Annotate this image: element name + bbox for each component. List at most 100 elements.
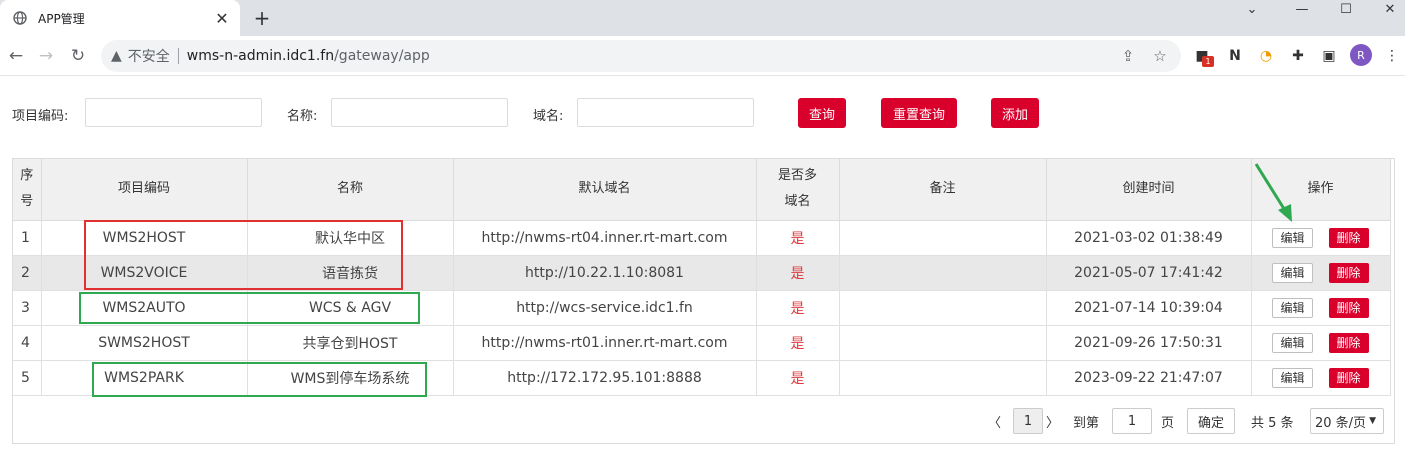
cell-remark (839, 325, 1047, 361)
annotation-green-arrow-icon (1254, 163, 1292, 222)
confirm-button[interactable]: 确定 (1187, 408, 1235, 434)
browser-tab[interactable]: APP管理 ✕ (0, 0, 240, 36)
header-index: 序号 (13, 159, 42, 221)
avatar[interactable]: R (1350, 44, 1372, 66)
delete-button[interactable]: 删除 (1328, 367, 1369, 388)
app-table-container: 序号 项目编码 名称 默认域名 是否多 域名 备注 创建时间 操作 1 WMS2H… (12, 158, 1395, 444)
table-row[interactable]: 3 WMS2AUTO WCS & AGV http://wcs-service.… (13, 290, 1391, 326)
maximize-icon[interactable]: ☐ (1326, 0, 1366, 18)
cell-domain: http://nwms-rt01.inner.rt-mart.com (453, 325, 757, 361)
cell-code: WMS2HOST (41, 220, 248, 256)
reload-icon[interactable]: ↻ (68, 46, 88, 66)
search-form: 项目编码: 名称: 域名: 查询 重置查询 添加 (0, 92, 1405, 132)
puzzle-icon[interactable]: ✚ (1289, 47, 1307, 65)
cell-name: WMS到停车场系统 (247, 360, 454, 396)
url-path: /gateway/app (334, 48, 430, 64)
cell-index: 3 (13, 290, 42, 326)
edit-button[interactable]: 编辑 (1272, 227, 1313, 248)
tab-close-icon[interactable]: ✕ (212, 8, 232, 28)
cell-created: 2021-07-14 10:39:04 (1046, 290, 1252, 326)
cell-remark (839, 360, 1047, 396)
app-table: 序号 项目编码 名称 默认域名 是否多 域名 备注 创建时间 操作 1 WMS2H… (13, 159, 1391, 396)
prev-page-icon[interactable]: 〈 (988, 408, 1001, 434)
side-panel-icon[interactable]: ▣ (1320, 47, 1338, 65)
cell-index: 1 (13, 220, 42, 256)
forward-icon[interactable]: → (36, 46, 56, 66)
new-tab-icon[interactable]: + (250, 6, 274, 30)
url-host: wms-n-admin.idc1.fn (186, 48, 335, 64)
browser-toolbar: ← → ↻ ▲ 不安全 wms-n-admin.idc1.fn/gateway/… (0, 36, 1405, 76)
cell-index: 2 (13, 255, 42, 291)
header-index-line1: 序 (20, 168, 34, 184)
table-row[interactable]: 5 WMS2PARK WMS到停车场系统 http://172.172.95.1… (13, 360, 1391, 396)
cell-code: WMS2PARK (41, 360, 248, 396)
table-row[interactable]: 1 WMS2HOST 默认华中区 http://nwms-rt04.inner.… (13, 220, 1391, 256)
edit-button[interactable]: 编辑 (1272, 332, 1313, 353)
page-size-select[interactable]: 20 条/页 ▼ (1310, 408, 1384, 434)
warning-icon[interactable]: ▲ (111, 48, 122, 64)
share-icon[interactable]: ⇪ (1119, 47, 1137, 65)
table-header-row: 序号 项目编码 名称 默认域名 是否多 域名 备注 创建时间 操作 (13, 159, 1391, 221)
cell-name: 语音拣货 (247, 255, 454, 291)
cell-remark (839, 290, 1047, 326)
delete-button[interactable]: 删除 (1328, 262, 1369, 283)
cell-code: SWMS2HOST (41, 325, 248, 361)
header-multi-line2: 域名 (784, 194, 811, 210)
menu-kebab-icon[interactable]: ⋮ (1383, 47, 1401, 65)
cell-ops: 编辑 删除 (1251, 255, 1391, 291)
delete-button[interactable]: 删除 (1328, 332, 1369, 353)
extension-badge: 1 (1202, 56, 1214, 67)
header-multi-line1: 是否多 (777, 168, 817, 184)
browser-tab-strip: APP管理 ✕ + ⌄ — ☐ ✕ (0, 0, 1405, 36)
cell-multi-domain: 是 (756, 220, 840, 256)
cell-domain: http://172.172.95.101:8888 (453, 360, 757, 396)
edit-button[interactable]: 编辑 (1272, 297, 1313, 318)
reset-query-button[interactable]: 重置查询 (881, 98, 957, 128)
back-icon[interactable]: ← (6, 46, 26, 66)
header-domain: 默认域名 (453, 159, 757, 221)
next-page-icon[interactable]: 〉 (1046, 408, 1059, 434)
rss-icon[interactable]: ◔ (1257, 47, 1275, 65)
tab-search-chevron-icon[interactable]: ⌄ (1232, 0, 1272, 18)
page-unit-label: 页 (1161, 415, 1175, 431)
goto-page-input[interactable]: 1 (1112, 408, 1152, 434)
cell-name: 共享仓到HOST (247, 325, 454, 361)
cell-name: 默认华中区 (247, 220, 454, 256)
cell-multi-domain: 是 (756, 290, 840, 326)
domain-label: 域名: (533, 109, 564, 124)
cell-index: 4 (13, 325, 42, 361)
name-input[interactable] (331, 98, 508, 127)
cell-domain: http://10.22.1.10:8081 (453, 255, 757, 291)
minimize-icon[interactable]: — (1282, 0, 1322, 18)
notion-icon[interactable]: N (1226, 47, 1244, 65)
cell-ops: 编辑 删除 (1251, 220, 1391, 256)
add-button[interactable]: 添加 (991, 98, 1039, 128)
address-separator (177, 48, 179, 64)
page-1-button[interactable]: 1 (1013, 408, 1043, 434)
edit-button[interactable]: 编辑 (1272, 262, 1313, 283)
cell-remark (839, 255, 1047, 291)
cell-name: WCS & AGV (247, 290, 454, 326)
table-row[interactable]: 2 WMS2VOICE 语音拣货 http://10.22.1.10:8081 … (13, 255, 1391, 291)
chevron-down-icon: ▼ (1369, 416, 1376, 426)
goto-label: 到第 (1073, 415, 1100, 431)
window-close-icon[interactable]: ✕ (1370, 0, 1405, 18)
address-bar[interactable]: ▲ 不安全 wms-n-admin.idc1.fn/gateway/app ⇪ … (101, 40, 1181, 72)
cell-created: 2023-09-22 21:47:07 (1046, 360, 1252, 396)
table-row[interactable]: 4 SWMS2HOST 共享仓到HOST http://nwms-rt01.in… (13, 325, 1391, 361)
delete-button[interactable]: 删除 (1328, 227, 1369, 248)
header-index-line2: 号 (20, 194, 34, 210)
bookmark-star-icon[interactable]: ☆ (1151, 47, 1169, 65)
header-created: 创建时间 (1046, 159, 1252, 221)
query-button[interactable]: 查询 (798, 98, 846, 128)
page-size-value: 20 条/页 (1315, 415, 1367, 431)
code-input[interactable] (85, 98, 262, 127)
domain-input[interactable] (577, 98, 754, 127)
cell-code: WMS2VOICE (41, 255, 248, 291)
total-count: 共 5 条 (1251, 415, 1294, 431)
cell-created: 2021-03-02 01:38:49 (1046, 220, 1252, 256)
code-label: 项目编码: (12, 109, 69, 124)
delete-button[interactable]: 删除 (1328, 297, 1369, 318)
cell-multi-domain: 是 (756, 360, 840, 396)
edit-button[interactable]: 编辑 (1272, 367, 1313, 388)
